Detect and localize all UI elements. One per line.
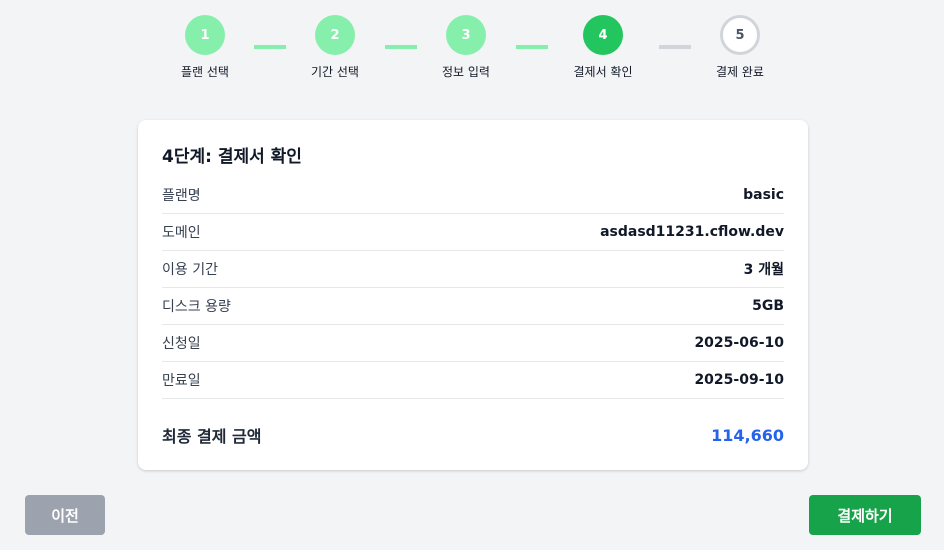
step-1-number: 1 bbox=[200, 27, 210, 43]
summary-row-domain: 도메인 asdasd11231.cflow.dev bbox=[162, 214, 784, 251]
row-label: 만료일 bbox=[162, 373, 201, 389]
row-label: 디스크 용량 bbox=[162, 299, 231, 315]
step-4-label: 결제서 확인 bbox=[573, 65, 633, 79]
row-label: 도메인 bbox=[162, 225, 201, 241]
step-2-label: 기간 선택 bbox=[311, 65, 359, 79]
row-value: basic bbox=[743, 187, 784, 203]
step-3-number: 3 bbox=[461, 27, 471, 43]
step-2-circle: 2 bbox=[315, 15, 355, 55]
step-5-number: 5 bbox=[735, 27, 745, 43]
summary-row-start-date: 신청일 2025-06-10 bbox=[162, 325, 784, 362]
previous-button[interactable]: 이전 bbox=[25, 495, 105, 535]
step-3: 3 정보 입력 bbox=[411, 15, 521, 80]
row-label: 플랜명 bbox=[162, 188, 201, 204]
row-label: 이용 기간 bbox=[162, 262, 218, 278]
step-5: 5 결제 완료 bbox=[685, 15, 795, 80]
total-amount-label: 최종 결제 금액 bbox=[162, 427, 262, 446]
step-1-circle: 1 bbox=[185, 15, 225, 55]
step-connector-3-4 bbox=[516, 45, 548, 49]
invoice-summary-card: 4단계: 결제서 확인 플랜명 basic 도메인 asdasd11231.cf… bbox=[138, 120, 808, 470]
row-value: asdasd11231.cflow.dev bbox=[600, 224, 784, 240]
row-value: 2025-06-10 bbox=[694, 335, 784, 351]
row-value: 2025-09-10 bbox=[694, 372, 784, 388]
step-1-label: 플랜 선택 bbox=[181, 65, 229, 79]
progress-stepper: 1 플랜 선택 2 기간 선택 3 정보 입력 4 결제서 확인 5 결제 완료 bbox=[0, 15, 944, 85]
row-value: 5GB bbox=[752, 298, 784, 314]
step-3-label: 정보 입력 bbox=[442, 65, 490, 79]
summary-row-plan: 플랜명 basic bbox=[162, 177, 784, 214]
total-amount-row: 최종 결제 금액 114,660 bbox=[162, 423, 784, 447]
step-5-label: 결제 완료 bbox=[716, 65, 764, 79]
step-5-circle: 5 bbox=[720, 15, 760, 55]
step-1: 1 플랜 선택 bbox=[150, 15, 260, 80]
step-4-circle: 4 bbox=[583, 15, 623, 55]
step-2-number: 2 bbox=[330, 27, 340, 43]
summary-row-expiry-date: 만료일 2025-09-10 bbox=[162, 362, 784, 399]
summary-row-period: 이용 기간 3 개월 bbox=[162, 251, 784, 288]
total-amount-value: 114,660 bbox=[711, 425, 784, 445]
summary-row-disk: 디스크 용량 5GB bbox=[162, 288, 784, 325]
pay-button[interactable]: 결제하기 bbox=[809, 495, 921, 535]
row-value: 3 개월 bbox=[743, 262, 784, 278]
step-2: 2 기간 선택 bbox=[280, 15, 390, 80]
step-3-circle: 3 bbox=[446, 15, 486, 55]
step-4: 4 결제서 확인 bbox=[548, 15, 658, 80]
row-label: 신청일 bbox=[162, 336, 201, 352]
step-4-number: 4 bbox=[598, 27, 608, 43]
card-title: 4단계: 결제서 확인 bbox=[162, 147, 302, 167]
